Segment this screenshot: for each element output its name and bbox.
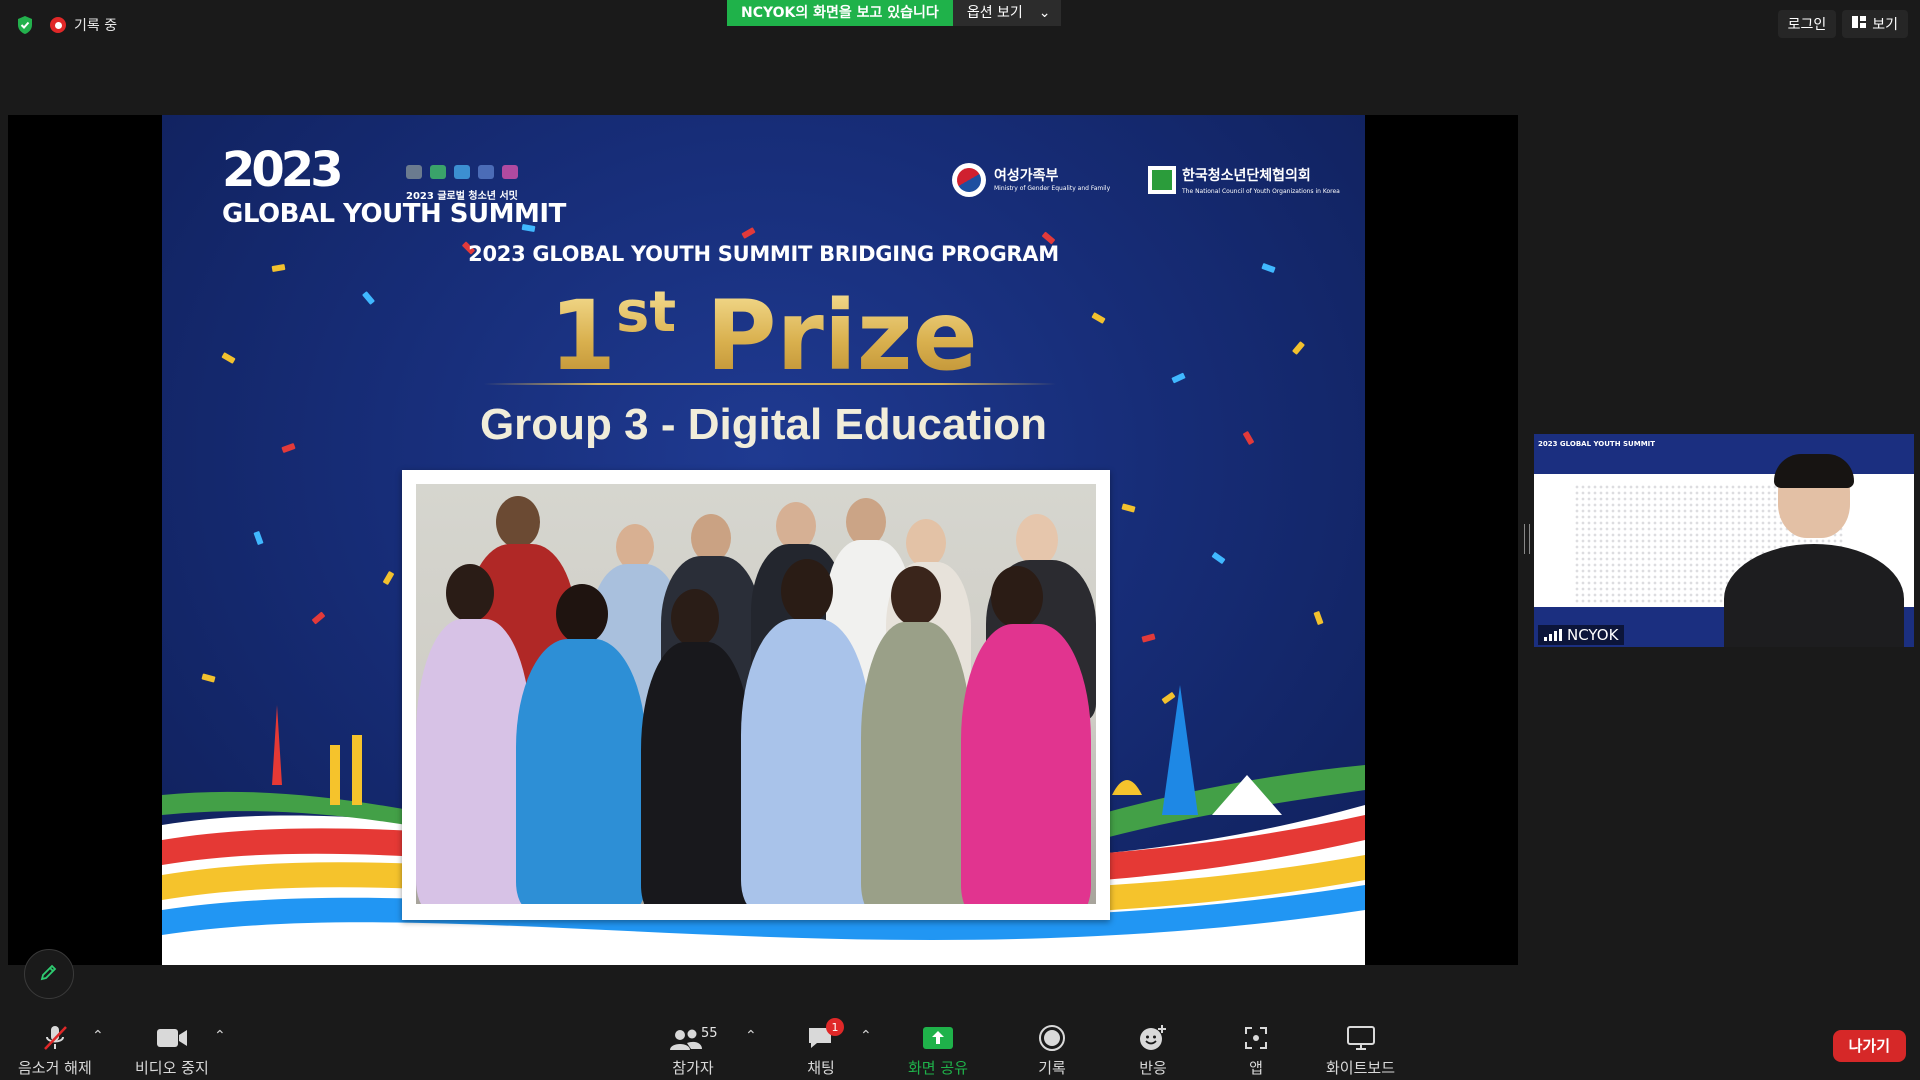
speaker-figure bbox=[1714, 454, 1914, 647]
recording-icon bbox=[50, 17, 66, 33]
council-en: The National Council of Youth Organizati… bbox=[1182, 188, 1340, 195]
program-title: 2023 GLOBAL YOUTH SUMMIT BRIDGING PROGRA… bbox=[468, 242, 1059, 266]
whiteboard-button[interactable]: 화이트보드 bbox=[1326, 1022, 1395, 1078]
participant-video-tile[interactable]: 2023 GLOBAL YOUTH SUMMIT NCYOK bbox=[1534, 434, 1914, 647]
record-icon bbox=[1038, 1022, 1066, 1054]
record-label: 기록 bbox=[1038, 1059, 1066, 1077]
presentation-slide: 2023 2023 글로벌 청소년 서밋 GLOBAL YOUTH SUMMIT… bbox=[162, 115, 1365, 965]
login-button[interactable]: 로그인 bbox=[1777, 10, 1837, 38]
stop-video-button[interactable]: 비디오 중지 bbox=[135, 1022, 209, 1078]
reactions-button[interactable]: 반응 bbox=[1138, 1022, 1168, 1078]
chat-icon: 1 bbox=[806, 1018, 844, 1054]
participants-button[interactable]: 55 참가자 bbox=[663, 1022, 723, 1078]
record-button[interactable]: 기록 bbox=[1038, 1022, 1066, 1078]
council-mark-icon bbox=[1148, 166, 1176, 194]
video-camera-icon bbox=[156, 1022, 188, 1054]
annotate-button[interactable] bbox=[24, 949, 74, 999]
ministry-en: Ministry of Gender Equality and Family bbox=[994, 184, 1111, 192]
microphone-muted-icon bbox=[40, 1022, 70, 1054]
unmute-button[interactable]: 음소거 해제 bbox=[18, 1022, 92, 1078]
ministry-name: 여성가족부 bbox=[994, 167, 1059, 184]
meeting-toolbar: 음소거 해제 ⌃ 비디오 중지 ⌃ 55 참가자 ⌃ 1 채팅 ⌃ 화면 공유 bbox=[0, 1010, 1920, 1080]
logo-title: GLOBAL YOUTH SUMMIT bbox=[222, 199, 566, 229]
council-name: 한국청소년단체협의회 bbox=[1182, 168, 1311, 184]
share-screen-button[interactable]: 화면 공유 bbox=[908, 1022, 968, 1078]
council-logo: 한국청소년단체협의회 The National Council of Youth… bbox=[1148, 165, 1340, 195]
shared-screen[interactable]: 2023 2023 글로벌 청소년 서밋 GLOBAL YOUTH SUMMIT… bbox=[8, 115, 1518, 965]
prize-suffix: st bbox=[616, 280, 677, 345]
sidebar-resize-handle[interactable] bbox=[1524, 524, 1530, 554]
whiteboard-label: 화이트보드 bbox=[1326, 1059, 1396, 1077]
share-screen-icon bbox=[922, 1022, 954, 1054]
prize-word: Prize bbox=[706, 280, 978, 392]
participants-count: 55 bbox=[701, 1026, 718, 1041]
participants-label: 참가자 bbox=[672, 1059, 714, 1077]
share-status-label: NCYOK의 화면을 보고 있습니다 bbox=[727, 0, 953, 26]
pencil-icon bbox=[39, 962, 59, 986]
group-photo bbox=[416, 484, 1096, 904]
view-layout-icon bbox=[1852, 16, 1867, 32]
screen-share-banner: NCYOK의 화면을 보고 있습니다 옵션 보기 ⌄ bbox=[727, 0, 1061, 26]
chat-label: 채팅 bbox=[807, 1059, 835, 1077]
participants-options-chevron-icon[interactable]: ⌃ bbox=[745, 1028, 757, 1044]
prize-number: 1 bbox=[549, 280, 617, 392]
chevron-down-icon: ⌄ bbox=[1038, 5, 1051, 21]
share-screen-label: 화면 공유 bbox=[908, 1059, 968, 1077]
stop-video-label: 비디오 중지 bbox=[135, 1059, 209, 1077]
participants-icon: 55 bbox=[663, 1022, 723, 1054]
summit-logo: 2023 2023 글로벌 청소년 서밋 GLOBAL YOUTH SUMMIT bbox=[222, 145, 566, 229]
taeguk-icon bbox=[952, 163, 986, 197]
smiley-plus-icon bbox=[1138, 1022, 1168, 1054]
ministry-logo: 여성가족부 Ministry of Gender Equality and Fa… bbox=[952, 163, 1110, 197]
security-shield-icon[interactable] bbox=[14, 14, 36, 36]
view-options-button[interactable]: 옵션 보기 ⌄ bbox=[952, 0, 1061, 26]
prize-divider bbox=[484, 383, 1056, 385]
chat-unread-badge: 1 bbox=[826, 1018, 844, 1036]
logo-korean: 2023 글로벌 청소년 서밋 bbox=[406, 191, 518, 202]
webcam-header-logo: 2023 GLOBAL YOUTH SUMMIT bbox=[1538, 440, 1656, 448]
group-title: Group 3 - Digital Education bbox=[479, 400, 1048, 449]
apps-button[interactable]: 앱 bbox=[1243, 1022, 1269, 1078]
video-options-chevron-icon[interactable]: ⌃ bbox=[214, 1028, 226, 1044]
prize-heading: 1st Prize bbox=[162, 280, 1365, 392]
reactions-label: 반응 bbox=[1139, 1059, 1167, 1077]
top-right-controls: 로그인 보기 bbox=[1777, 10, 1908, 38]
signal-strength-icon bbox=[1544, 629, 1562, 641]
leave-button[interactable]: 나가기 bbox=[1832, 1030, 1906, 1062]
apps-label: 앱 bbox=[1249, 1059, 1263, 1077]
view-label: 보기 bbox=[1872, 17, 1898, 33]
whiteboard-icon bbox=[1346, 1022, 1376, 1054]
login-label: 로그인 bbox=[1787, 17, 1827, 33]
participant-name: NCYOK bbox=[1567, 626, 1619, 644]
chat-button[interactable]: 1 채팅 bbox=[806, 1018, 844, 1078]
participant-name-label: NCYOK bbox=[1538, 625, 1625, 645]
view-options-label: 옵션 보기 bbox=[966, 5, 1023, 21]
group-photo-frame bbox=[402, 470, 1110, 920]
unmute-label: 음소거 해제 bbox=[18, 1059, 92, 1077]
logo-emblems-icon bbox=[406, 165, 518, 179]
top-left-status: 기록 중 bbox=[14, 10, 117, 40]
audio-options-chevron-icon[interactable]: ⌃ bbox=[92, 1028, 104, 1044]
apps-icon bbox=[1243, 1022, 1269, 1054]
chat-options-chevron-icon[interactable]: ⌃ bbox=[860, 1028, 872, 1044]
view-button[interactable]: 보기 bbox=[1842, 10, 1908, 38]
recording-label: 기록 중 bbox=[74, 18, 118, 34]
